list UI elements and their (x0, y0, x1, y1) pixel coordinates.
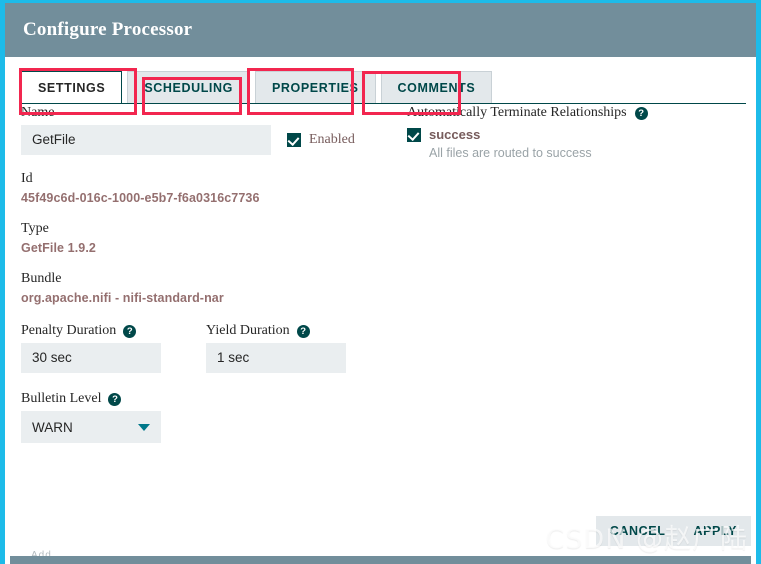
tab-underline (21, 103, 746, 104)
id-label: Id (21, 171, 391, 187)
auto-terminate-heading: Automatically Terminate Relationships ? (407, 105, 740, 121)
name-row: Enabled (21, 125, 391, 155)
bulletin-level-label-text: Bulletin Level (21, 391, 102, 406)
help-icon[interactable]: ? (634, 106, 648, 120)
help-icon[interactable]: ? (296, 324, 310, 338)
type-label-text: Type (21, 221, 49, 236)
dialog-button-bar: CANCEL APPLY (595, 516, 751, 546)
bundle-label: Bundle (21, 271, 391, 287)
dialog-titlebar: Configure Processor (5, 3, 756, 57)
enabled-checkbox[interactable] (287, 133, 301, 147)
bulletin-level-field: Bulletin Level ? WARN (21, 391, 391, 443)
penalty-duration-field: Penalty Duration ? (21, 323, 206, 373)
tab-strip: SETTINGS SCHEDULING PROPERTIES COMMENTS (5, 57, 756, 105)
yield-duration-label: Yield Duration ? (206, 323, 391, 339)
name-label-text: Name (21, 105, 55, 120)
yield-duration-input[interactable] (206, 343, 346, 373)
bundle-value: org.apache.nifi - nifi-standard-nar (21, 291, 224, 305)
auto-terminate-heading-text: Automatically Terminate Relationships (407, 105, 627, 120)
tab-comments[interactable]: COMMENTS (380, 71, 493, 104)
id-block: Id 45f49c6d-016c-1000-e5b7-f6a0316c7736 (21, 171, 391, 205)
penalty-duration-label-text: Penalty Duration (21, 323, 117, 338)
id-label-text: Id (21, 171, 33, 186)
enabled-label: Enabled (309, 132, 355, 147)
penalty-duration-label: Penalty Duration ? (21, 323, 206, 339)
cancel-button[interactable]: CANCEL (596, 516, 680, 546)
bulletin-level-select[interactable]: WARN (21, 411, 161, 443)
bundle-label-text: Bundle (21, 271, 62, 286)
enabled-checkbox-row[interactable]: Enabled (287, 132, 355, 148)
bundle-block: Bundle org.apache.nifi - nifi-standard-n… (21, 271, 391, 305)
dialog-footer-bar (10, 556, 751, 564)
tab-settings[interactable]: SETTINGS (21, 71, 123, 104)
name-label: Name (21, 105, 391, 121)
durations-row: Penalty Duration ? Yield Duration ? (21, 323, 391, 373)
bulletin-level-label: Bulletin Level ? (21, 391, 391, 407)
penalty-duration-input[interactable] (21, 343, 161, 373)
settings-left-column: Name Enabled Id 45f49c6d-016c-1000-e5 (21, 105, 391, 443)
settings-right-column: Automatically Terminate Relationships ? … (391, 105, 740, 443)
yield-duration-field: Yield Duration ? (206, 323, 391, 373)
name-input-wrapper (21, 125, 271, 155)
tab-properties[interactable]: PROPERTIES (254, 71, 376, 104)
yield-duration-label-text: Yield Duration (206, 323, 290, 338)
footer-ghost-text: Add (31, 550, 52, 556)
type-block: Type GetFile 1.9.2 (21, 221, 391, 255)
chevron-down-icon (138, 423, 150, 431)
dialog-title: Configure Processor (23, 19, 193, 40)
settings-panel: Name Enabled Id 45f49c6d-016c-1000-e5 (5, 105, 756, 513)
type-label: Type (21, 221, 391, 237)
bulletin-level-value: WARN (32, 419, 73, 435)
type-value: GetFile 1.9.2 (21, 241, 96, 255)
apply-button[interactable]: APPLY (679, 516, 751, 546)
relationship-success-label: success (429, 127, 481, 142)
tab-scheduling[interactable]: SCHEDULING (127, 71, 250, 104)
help-icon[interactable]: ? (123, 324, 137, 338)
configure-processor-dialog: Configure Processor SETTINGS SCHEDULING … (0, 0, 761, 564)
relationship-success-description: All files are routed to success (429, 146, 592, 160)
relationship-success-row[interactable]: success (407, 127, 740, 142)
help-icon[interactable]: ? (108, 392, 122, 406)
relationship-success-checkbox[interactable] (407, 127, 421, 142)
id-value: 45f49c6d-016c-1000-e5b7-f6a0316c7736 (21, 191, 260, 205)
name-input[interactable] (21, 125, 271, 155)
